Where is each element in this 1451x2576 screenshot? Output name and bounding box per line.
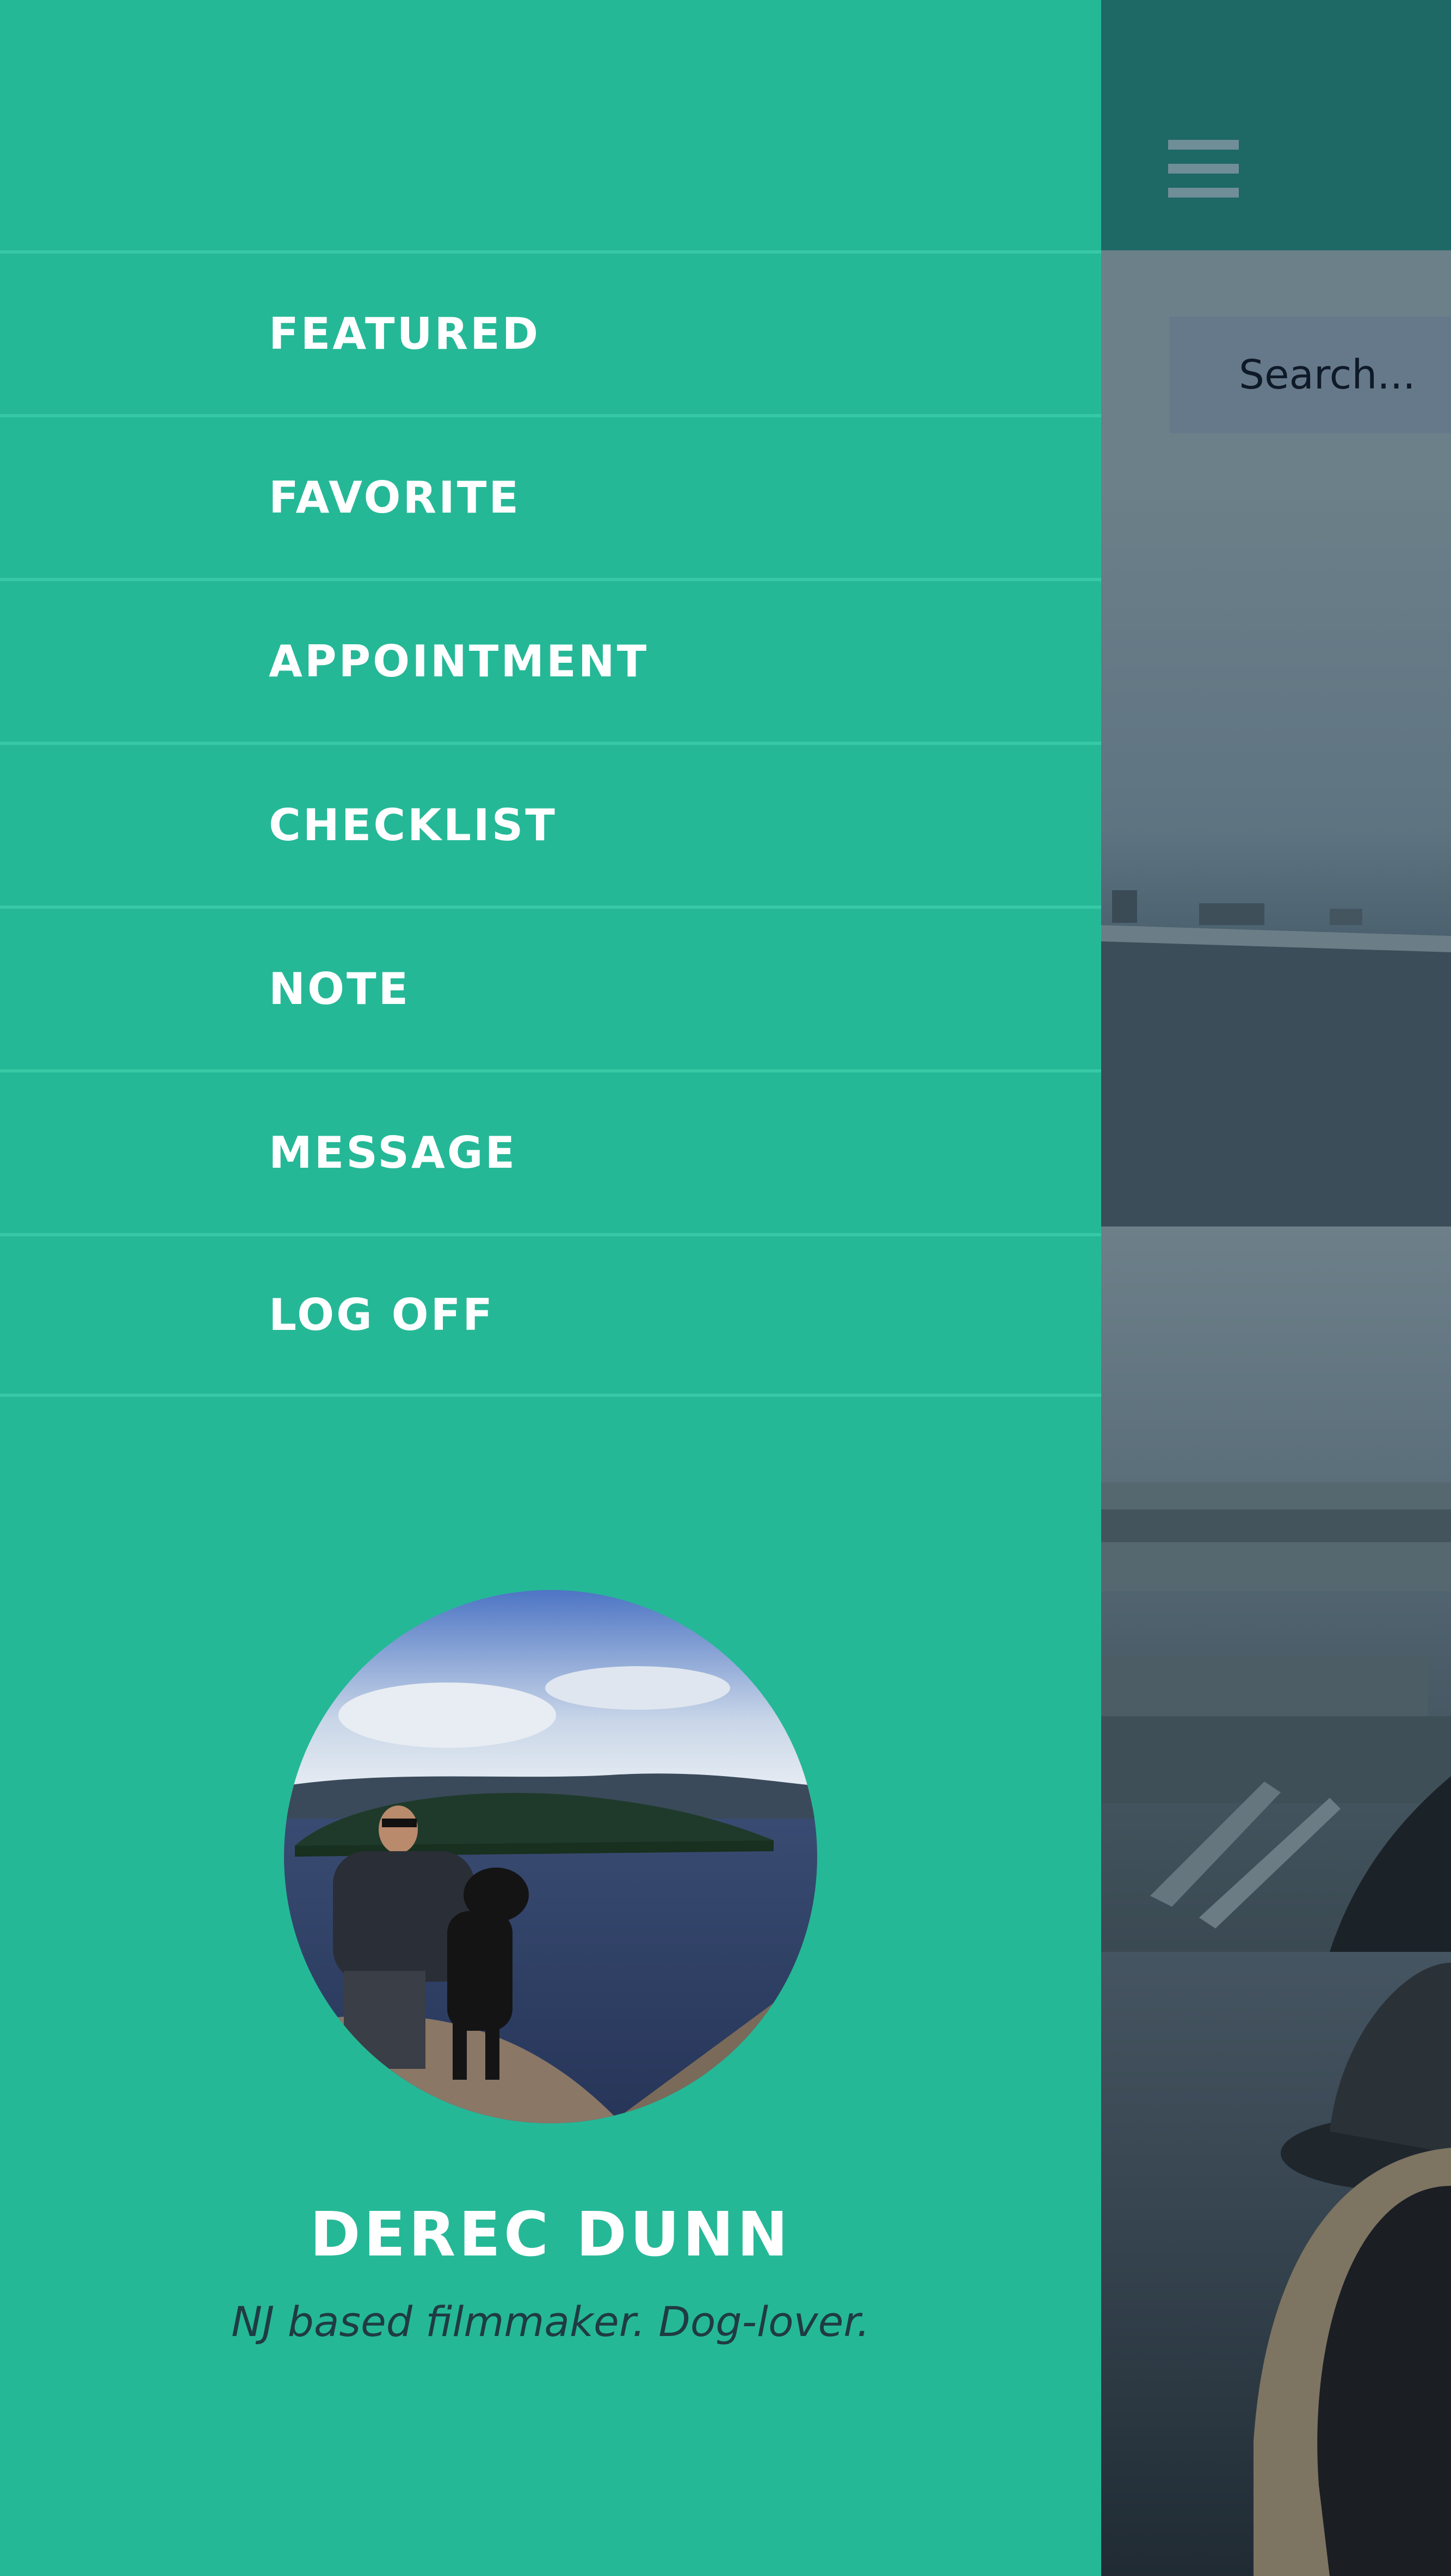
profile-bio: NJ based filmmaker. Dog-lover. <box>231 2297 870 2346</box>
menu-item-label: MESSAGE <box>269 1127 517 1178</box>
menu-item-label: FEATURED <box>269 309 541 359</box>
profile-name: DEREC DUNN <box>310 2199 792 2270</box>
feed-photo-city[interactable] <box>1101 1227 1451 1952</box>
menu-item-label: NOTE <box>269 964 411 1014</box>
search-bar: Search... <box>1101 250 1451 501</box>
menu-item-label: APPOINTMENT <box>269 636 649 687</box>
menu-item-message[interactable]: MESSAGE <box>0 1069 1101 1233</box>
menu-item-label: LOG OFF <box>269 1290 495 1340</box>
avatar[interactable] <box>284 1590 817 2123</box>
menu-item-log-off[interactable]: LOG OFF <box>0 1233 1101 1397</box>
menu-item-favorite[interactable]: FAVORITE <box>0 414 1101 578</box>
search-input[interactable]: Search... <box>1170 317 1451 433</box>
menu-item-label: CHECKLIST <box>269 800 557 851</box>
menu-item-checklist[interactable]: CHECKLIST <box>0 742 1101 905</box>
feed-photo-portrait[interactable] <box>1101 1952 1451 2576</box>
app-top-bar <box>1101 0 1451 250</box>
hamburger-menu-icon[interactable] <box>1168 140 1239 198</box>
background-app: Search... <box>1101 0 1451 2576</box>
navigation-drawer: FEATURED FAVORITE APPOINTMENT CHECKLIST … <box>0 0 1101 2576</box>
menu-item-appointment[interactable]: APPOINTMENT <box>0 578 1101 742</box>
drawer-menu: FEATURED FAVORITE APPOINTMENT CHECKLIST … <box>0 250 1101 1397</box>
menu-item-label: FAVORITE <box>269 472 521 523</box>
feed-photo-rooftop[interactable] <box>1101 501 1451 1227</box>
screen: Search... FEATURED FAVORITE APPOINTMENT … <box>0 0 1451 2576</box>
menu-item-featured[interactable]: FEATURED <box>0 250 1101 414</box>
menu-item-note[interactable]: NOTE <box>0 905 1101 1069</box>
drawer-header <box>0 0 1101 250</box>
